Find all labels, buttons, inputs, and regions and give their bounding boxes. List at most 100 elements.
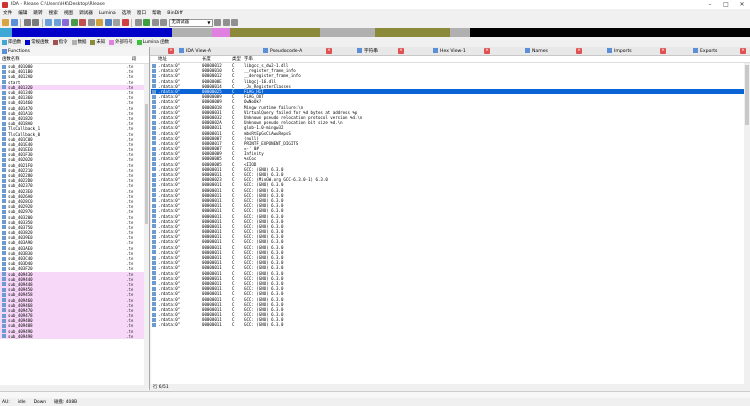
array-icon[interactable] <box>113 19 120 26</box>
struct-icon[interactable] <box>104 19 112 26</box>
tab-strings[interactable]: 字符串 <box>356 47 378 56</box>
menu-item[interactable]: BinDiff <box>164 11 185 16</box>
function-icon <box>2 277 6 282</box>
functions-panel: 函数名称 段 sub_401000 .te sub_4011B0 .te sub_401… <box>0 56 150 390</box>
tab-names[interactable]: Names <box>524 47 548 56</box>
pause-icon[interactable] <box>151 19 159 26</box>
legend-item: 常规函数 <box>25 39 49 45</box>
function-icon <box>2 157 6 162</box>
menu-item[interactable]: 选项 <box>119 10 134 16</box>
scrollbar-thumb[interactable] <box>745 65 749 125</box>
close-icon[interactable]: × <box>484 48 490 54</box>
function-icon <box>2 287 6 292</box>
menu-item[interactable]: 调试器 <box>76 10 96 16</box>
step-icon[interactable] <box>214 19 221 26</box>
legend-item: Lumina 函数 <box>136 39 169 45</box>
stop-icon[interactable] <box>160 19 167 26</box>
close-window-button[interactable]: ✕ <box>734 0 750 9</box>
tab-ida-view[interactable]: IDA View-A <box>178 47 211 56</box>
tab-functions[interactable]: Functions <box>0 47 150 56</box>
code-icon[interactable] <box>70 19 78 26</box>
menu-item[interactable]: 跳转 <box>30 10 45 16</box>
tab-hex-view[interactable]: Hex View-1 <box>432 47 466 56</box>
data-icon[interactable] <box>79 19 86 26</box>
column-length[interactable]: 长度 <box>202 56 232 62</box>
pseudocode-icon <box>263 48 268 53</box>
column-segment[interactable]: 段 <box>132 56 136 63</box>
navband-segment <box>230 28 320 37</box>
menu-item[interactable]: 视图 <box>61 10 76 16</box>
step-out-icon[interactable] <box>231 19 238 26</box>
legend-label: 数据 <box>77 40 87 45</box>
search-binary-icon[interactable] <box>53 19 61 26</box>
minimize-button[interactable]: – <box>702 0 718 9</box>
string-icon <box>152 141 156 146</box>
string-row[interactable]: .rdata:0" 00000011 C GCC: (GNU) 6.3.0 <box>151 322 750 327</box>
menu-item[interactable]: 编辑 <box>15 10 30 16</box>
string-icon <box>152 99 156 104</box>
string-icon <box>152 214 156 219</box>
debugger-select[interactable]: 无调试器 ▼ <box>168 18 213 27</box>
function-icon <box>2 334 6 339</box>
string-icon <box>152 265 156 270</box>
forward-arrow-icon[interactable] <box>32 19 39 26</box>
column-function-name[interactable]: 函数名称 <box>2 56 132 63</box>
functions-hscrollbar[interactable] <box>0 385 148 390</box>
close-icon[interactable]: × <box>576 48 582 54</box>
cross-icon[interactable] <box>121 19 129 26</box>
navigation-band[interactable] <box>0 28 750 37</box>
open-file-icon[interactable] <box>2 19 9 26</box>
string-icon <box>152 79 156 84</box>
string-icon <box>152 255 156 260</box>
menu-item[interactable]: 帮助 <box>149 10 164 16</box>
search-text-icon[interactable] <box>45 19 52 26</box>
function-icon <box>2 152 6 157</box>
legend-label: 常规函数 <box>31 40 49 45</box>
string-icon <box>152 105 156 110</box>
maximize-button[interactable]: □ <box>718 0 734 9</box>
strings-list: .rdata:0" 00000012 Clibgcc_s_dw2-1.dll .rda… <box>151 63 750 328</box>
menu-item[interactable]: Lumina <box>96 11 119 16</box>
output-window[interactable] <box>0 391 750 398</box>
function-icon <box>2 199 6 204</box>
tab-imports[interactable]: Imports <box>606 47 632 56</box>
play-icon[interactable] <box>143 19 150 26</box>
close-icon[interactable]: × <box>740 48 746 54</box>
close-icon[interactable]: × <box>326 48 332 54</box>
save-icon[interactable] <box>10 19 18 26</box>
function-name: sub_409498 <box>8 333 33 339</box>
close-icon[interactable]: × <box>168 48 174 54</box>
scrollbar-thumb[interactable] <box>145 104 148 224</box>
legend-swatch <box>136 39 142 45</box>
tab-pseudocode[interactable]: Pseudocode-A <box>262 47 302 56</box>
string-icon <box>152 156 156 161</box>
functions-scrollbar[interactable] <box>144 64 149 388</box>
strings-scrollbar[interactable] <box>744 63 750 384</box>
function-icon <box>2 168 6 173</box>
close-icon[interactable]: × <box>398 48 404 54</box>
menu-item[interactable]: 窗口 <box>134 10 149 16</box>
function-icon[interactable] <box>96 19 103 26</box>
legend-item: 指令 <box>52 39 68 45</box>
column-string[interactable]: 字串 <box>244 56 750 62</box>
step-over-icon[interactable] <box>222 19 230 26</box>
column-type[interactable]: 类型 <box>232 56 244 62</box>
toolbar: 无调试器 ▼ <box>0 17 750 28</box>
back-arrow-icon[interactable] <box>23 19 31 26</box>
function-row[interactable]: sub_409498 .te <box>0 333 149 339</box>
functions-column-header: 函数名称 段 <box>0 56 149 64</box>
close-icon[interactable]: × <box>660 48 666 54</box>
function-icon <box>2 329 6 334</box>
legend-label: 未知 <box>96 40 106 45</box>
function-icon <box>2 142 6 147</box>
string-length: 00000011 <box>202 322 222 328</box>
search-next-icon[interactable] <box>62 19 69 26</box>
legend-item: 外部符号 <box>109 39 133 45</box>
menu-item[interactable]: 搜索 <box>46 10 61 16</box>
menu-item[interactable]: 文件 <box>0 10 15 16</box>
breakpoint-icon[interactable] <box>134 19 142 26</box>
column-address[interactable]: 地址 <box>158 56 202 62</box>
tab-exports[interactable]: Exports <box>692 47 717 56</box>
undefine-icon[interactable] <box>87 19 95 26</box>
function-icon <box>2 100 6 105</box>
